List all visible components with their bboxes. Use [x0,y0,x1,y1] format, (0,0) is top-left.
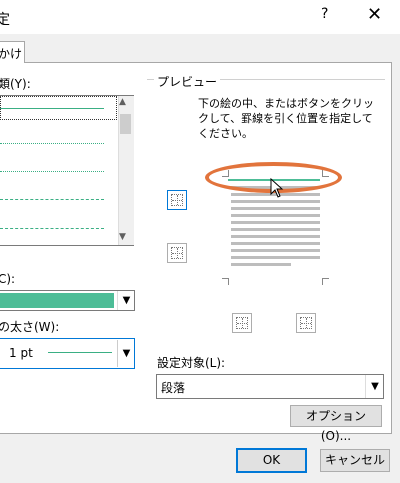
apply-to-dropdown[interactable] [156,374,384,399]
close-icon[interactable]: ✕ [367,4,382,25]
preview-text-line [231,235,320,238]
chevron-down-icon[interactable]: ▼ [117,340,135,367]
left-border-button[interactable] [232,313,252,333]
border-right-icon [300,317,312,329]
border-left-icon [236,317,248,329]
preview-label: プレビュー [154,73,221,90]
width-sample-line [48,352,112,353]
chevron-down-icon[interactable]: ▼ [119,232,126,242]
apply-to-value: 段落 [161,381,186,395]
preview-text-line [231,256,320,259]
preview-text-line [231,263,291,266]
preview-text-line [231,249,320,252]
preview-text-line [231,200,320,203]
style-option-dotted[interactable] [0,143,104,144]
preview-text-line [231,207,320,210]
ok-button[interactable]: OK [236,448,307,473]
cancel-button[interactable]: キャンセル [320,449,390,472]
style-option-fine-dotted[interactable] [0,171,104,172]
help-icon[interactable]: ? [321,6,328,22]
cursor-icon [270,178,284,198]
border-top-icon [171,194,183,206]
style-label: 類(Y): [0,77,31,91]
preview-text-line [231,214,320,217]
chevron-down-icon[interactable]: ▼ [117,291,135,310]
bottom-border-button[interactable] [167,243,187,263]
style-option-dash-dot[interactable] [0,228,104,229]
right-border-button[interactable] [296,313,316,333]
title-bar [0,0,400,34]
color-swatch [0,293,114,308]
preview-text-line [231,221,320,224]
tab-strip [0,34,400,62]
border-bottom-icon [171,247,183,259]
apply-to-label: 設定対象(L): [157,356,226,370]
options-button[interactable]: オプション(O)... [290,405,382,443]
tab-label[interactable]: かけ [0,45,22,62]
chevron-up-icon[interactable]: ▲ [119,97,126,107]
preview-text-line [231,242,320,245]
preview-text-line [231,228,320,231]
scrollbar-thumb[interactable] [120,114,131,134]
chevron-down-icon[interactable]: ▼ [365,375,384,398]
color-label: C): [0,272,16,286]
window-title: 定 [0,12,10,28]
style-option-dashed[interactable] [0,199,104,200]
style-option-solid-line [0,108,104,109]
width-value: 1 pt [9,346,33,360]
preview-description: 下の絵の中、またはボタンをクリックして、罫線を引く位置を指定してください。 [198,97,374,140]
width-label: の太さ(W): [0,320,60,334]
top-border-button[interactable] [167,190,187,210]
